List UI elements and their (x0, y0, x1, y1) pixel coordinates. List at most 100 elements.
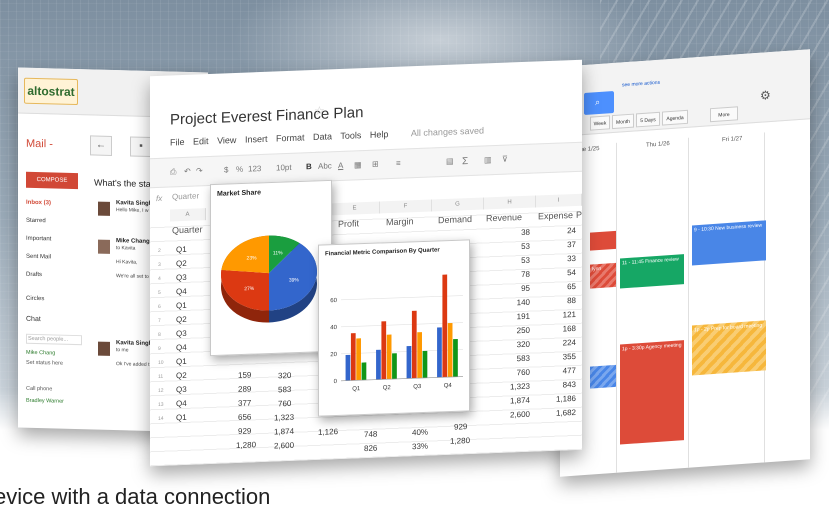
status-field[interactable]: Set status here (26, 360, 63, 367)
expense-cell[interactable]: 1,682 (550, 408, 576, 418)
revenue-cell[interactable]: 140 (506, 298, 530, 308)
bar[interactable] (411, 310, 417, 379)
archive-button[interactable]: ▪ (130, 136, 152, 158)
cell[interactable]: 2,600 (274, 441, 294, 451)
calendar-event[interactable]: 1p - 2p Prep for board meeting (692, 320, 766, 376)
market-share-chart[interactable]: Market Share 11% 39% 27% 23% (210, 179, 332, 357)
menu-help[interactable]: Help (370, 129, 389, 140)
quarter-cell[interactable]: Q3 (176, 273, 187, 282)
row-number[interactable]: 11 (158, 374, 163, 380)
expense-cell[interactable]: 54 (550, 268, 576, 278)
bold-button[interactable]: B (306, 162, 312, 171)
folder-important[interactable]: Important (26, 236, 51, 243)
column-header[interactable]: A (170, 208, 206, 222)
quarter-cell[interactable]: Q2 (176, 259, 187, 268)
header-expense[interactable]: Expense (538, 210, 573, 221)
row-number[interactable]: 12 (158, 388, 164, 394)
insert-chart-icon[interactable]: ▥ (484, 155, 492, 164)
cell[interactable]: 656 (238, 412, 251, 422)
calendar-search-button[interactable]: ⌕ (584, 90, 614, 116)
quarter-cell[interactable]: Q4 (176, 343, 187, 352)
folder-inbox[interactable]: Inbox (3) (26, 200, 51, 207)
row-number[interactable]: 10 (158, 360, 164, 366)
view-month-button[interactable]: Month (612, 113, 634, 130)
menu-data[interactable]: Data (313, 131, 332, 142)
menu-edit[interactable]: Edit (193, 136, 209, 147)
quarter-cell[interactable]: Q1 (176, 413, 187, 422)
menu-insert[interactable]: Insert (245, 134, 268, 145)
view-week-button[interactable]: Week (590, 115, 610, 131)
insert-comment-icon[interactable]: ▤ (446, 157, 454, 166)
cell[interactable]: 760 (278, 399, 291, 409)
fill-color-icon[interactable]: ▦ (354, 160, 362, 169)
bar[interactable] (437, 327, 442, 378)
bar[interactable] (361, 362, 367, 381)
revenue-cell[interactable]: 53 (506, 242, 530, 252)
cell[interactable]: 1,323 (274, 413, 294, 423)
bar[interactable] (376, 349, 381, 380)
revenue-cell[interactable]: 583 (506, 354, 530, 364)
bar[interactable] (345, 354, 351, 381)
quarter-cell[interactable]: Q3 (176, 385, 187, 394)
row-number[interactable]: 5 (158, 290, 161, 296)
expense-cell[interactable]: 1,186 (550, 394, 576, 404)
borders-icon[interactable]: ⊞ (372, 160, 379, 169)
expense-cell[interactable]: 65 (550, 282, 576, 292)
revenue-cell[interactable]: 320 (506, 340, 530, 350)
quarter-cell[interactable]: Q4 (176, 399, 187, 408)
cell[interactable]: 1,126 (318, 427, 338, 437)
cell[interactable]: 748 (364, 430, 377, 440)
bar[interactable] (392, 353, 397, 380)
print-icon[interactable]: ⎙ (170, 167, 176, 177)
bar[interactable] (442, 274, 448, 378)
search-people-input[interactable]: Search people... (26, 333, 82, 346)
revenue-cell[interactable]: 250 (506, 326, 530, 336)
currency-button[interactable]: $ (224, 165, 228, 174)
cell[interactable]: 1,280 (450, 436, 470, 446)
revenue-cell[interactable]: 191 (506, 312, 530, 322)
cell[interactable]: 826 (364, 444, 377, 454)
star-icon[interactable]: ☆ (314, 104, 325, 118)
calendar-event[interactable]: 11 - 11:45 Finance review (620, 254, 684, 289)
header-p[interactable]: P (576, 210, 582, 220)
contact-bradley[interactable]: Bradley Warner (26, 398, 64, 405)
bar[interactable] (381, 321, 387, 380)
revenue-cell[interactable]: 95 (506, 284, 530, 294)
number-format-button[interactable]: 123 (248, 164, 261, 174)
column-header[interactable]: I (536, 193, 582, 208)
cell[interactable]: 929 (238, 426, 251, 436)
mail-menu-label[interactable]: Mail - (26, 138, 53, 151)
align-icon[interactable]: ≡ (396, 159, 401, 168)
row-number[interactable]: 13 (158, 402, 164, 408)
menu-tools[interactable]: Tools (340, 130, 361, 141)
calendar-event[interactable] (590, 364, 616, 389)
bar[interactable] (422, 350, 428, 379)
bar[interactable] (453, 338, 458, 377)
row-number[interactable]: 6 (158, 304, 161, 310)
column-header[interactable]: E (330, 201, 380, 216)
contact-mike-chang[interactable]: Mike Chang (26, 350, 55, 357)
header-quarter[interactable]: Quarter (172, 224, 203, 235)
bar[interactable] (386, 334, 392, 380)
cell[interactable]: 320 (278, 371, 291, 381)
quarter-cell[interactable]: Q1 (176, 357, 187, 366)
row-number[interactable]: 14 (158, 416, 164, 422)
bar[interactable] (406, 345, 412, 379)
back-button[interactable]: ← (90, 135, 112, 156)
revenue-cell[interactable]: 53 (506, 256, 530, 266)
folder-drafts[interactable]: Drafts (26, 272, 42, 278)
calendar-event[interactable]: 1p - 3:30p Agency meeting (620, 340, 684, 445)
document-title[interactable]: Project Everest Finance Plan (170, 104, 363, 128)
expense-cell[interactable]: 224 (550, 338, 576, 348)
calendar-event[interactable] (590, 230, 616, 251)
expense-cell[interactable]: 121 (550, 310, 576, 320)
revenue-cell[interactable]: 760 (506, 368, 530, 378)
expense-cell[interactable]: 24 (550, 226, 576, 236)
header-demand[interactable]: Demand (438, 214, 472, 225)
calendar-event[interactable]: 9 - 10:30 New business review (692, 220, 766, 266)
bar[interactable] (356, 338, 361, 381)
quarter-cell[interactable]: Q4 (176, 287, 187, 296)
quarter-cell[interactable]: Q2 (176, 371, 187, 380)
quarter-cell[interactable]: Q2 (176, 315, 187, 324)
bar[interactable] (447, 322, 453, 378)
